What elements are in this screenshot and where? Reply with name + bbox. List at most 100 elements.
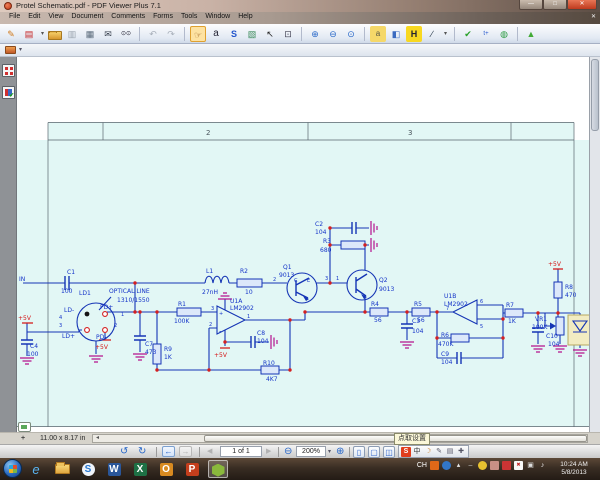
send-triangle-icon[interactable]: ▲ — [523, 26, 539, 42]
redo-icon[interactable]: ↷ — [163, 26, 179, 42]
comment-bubble-icon[interactable] — [18, 422, 31, 432]
ime-tools-icon[interactable]: ✚ — [456, 447, 466, 457]
maximize-button[interactable]: □ — [543, 0, 567, 10]
pencil-dropdown-icon[interactable]: ▾ — [442, 26, 449, 42]
next-page-icon[interactable]: ▶ — [266, 445, 271, 459]
new-pdf-icon[interactable]: ▤ — [21, 26, 37, 42]
check-approve-icon[interactable]: ✔ — [460, 26, 476, 42]
pages-panel-button[interactable] — [2, 64, 15, 77]
horizontal-scrollbar[interactable]: ◂ — [92, 434, 588, 443]
menu-window[interactable]: Window — [201, 12, 234, 24]
taskbar-pdfviewer-icon[interactable] — [208, 460, 228, 478]
menu-document[interactable]: Document — [67, 12, 107, 24]
insert-text-icon[interactable]: t+ — [478, 26, 494, 42]
tray-show-hidden-icon[interactable]: ▴ — [454, 461, 463, 470]
schematic-label: R1 — [178, 301, 186, 308]
start-button[interactable] — [3, 459, 22, 478]
ime-keyboard-icon[interactable]: ▤ — [445, 447, 455, 457]
menu-edit[interactable]: Edit — [24, 12, 44, 24]
stamp-s-icon[interactable]: S — [226, 26, 242, 42]
close-button[interactable]: ✕ — [567, 0, 597, 10]
schematic-label: L1 — [206, 268, 213, 275]
language-indicator[interactable]: CH — [417, 462, 427, 469]
taskbar-explorer-icon[interactable] — [52, 460, 72, 478]
select-arrow-icon[interactable]: ↖ — [262, 26, 278, 42]
ime-mode-cn-icon[interactable]: 中 — [412, 447, 422, 457]
menu-forms[interactable]: Forms — [149, 12, 177, 24]
open-folder-icon[interactable] — [48, 31, 62, 40]
magnifier-icon[interactable]: ⊙ — [343, 26, 359, 42]
highlight-icon[interactable]: H — [406, 26, 422, 42]
fit-page-button[interactable]: ▢ — [368, 446, 380, 458]
actual-size-button[interactable]: ▯ — [353, 446, 365, 458]
ime-moon-icon[interactable]: ☽ — [423, 447, 433, 457]
print-icon[interactable]: ▦ — [82, 26, 98, 42]
zoom-level-box[interactable]: 200% — [296, 446, 326, 457]
text-field-icon[interactable]: ◧ — [388, 26, 404, 42]
close-document-icon[interactable]: ✕ — [591, 13, 596, 20]
crop-icon[interactable]: ⊡ — [280, 26, 296, 42]
tray-network-icon[interactable] — [442, 461, 451, 470]
tray-volume-icon[interactable]: ♪ — [538, 461, 547, 470]
taskbar-clock[interactable]: 10:24 AM 5/8/2013 — [550, 461, 598, 477]
fit-width-button[interactable]: ◫ — [383, 446, 395, 458]
schematic-label: 104 — [548, 341, 560, 348]
hand-tool-icon[interactable]: ☞ — [190, 26, 206, 42]
ime-pen-icon[interactable]: ✎ — [434, 447, 444, 457]
zoom-dropdown-icon[interactable]: ▾ — [328, 445, 331, 459]
rotate-cw-icon[interactable]: ↻ — [138, 445, 146, 459]
history-back-button[interactable]: ← — [162, 446, 175, 457]
sticky-note-icon[interactable]: a — [370, 26, 386, 42]
tray-user-icon[interactable] — [490, 461, 499, 470]
menu-help[interactable]: Help — [234, 12, 256, 24]
schematic-label: 2 — [206, 129, 210, 137]
menu-comments[interactable]: Comments — [107, 12, 149, 24]
history-forward-button[interactable]: → — [179, 446, 192, 457]
stamp-dropdown-icon[interactable]: ▾ — [19, 46, 22, 53]
zoom-out-icon[interactable]: ⊖ — [325, 26, 341, 42]
taskbar-ie-icon[interactable]: e — [26, 460, 46, 478]
tray-security-icon[interactable] — [502, 461, 511, 470]
typewriter-text-icon[interactable]: a — [208, 26, 224, 42]
new-dropdown-icon[interactable]: ▾ — [39, 26, 46, 42]
vertical-scrollbar-thumb[interactable] — [591, 59, 599, 131]
zoom-in-icon[interactable]: ⊕ — [336, 445, 344, 459]
taskbar-excel-icon[interactable]: X — [130, 460, 150, 478]
taskbar-word-icon[interactable]: W — [104, 460, 124, 478]
taskbar-sogou-icon[interactable]: S — [78, 460, 98, 478]
menu-view[interactable]: View — [44, 12, 67, 24]
annotate-pencil-icon[interactable]: ✎ — [3, 26, 19, 42]
scroll-left-arrow-icon[interactable]: ◂ — [93, 435, 102, 442]
tray-update-icon[interactable] — [478, 461, 487, 470]
stamp-tool-icon[interactable] — [5, 46, 16, 54]
vertical-scrollbar[interactable] — [589, 57, 600, 432]
schematic-label: 27nH — [202, 289, 218, 296]
undo-icon[interactable]: ↶ — [145, 26, 161, 42]
document-page[interactable]: INC1100L127nHR210Q190132CE31Q29013C2104R… — [17, 57, 589, 432]
tray-window-icon[interactable]: ▣ — [526, 461, 535, 470]
ime-sogou-icon[interactable]: S — [401, 447, 411, 457]
minimize-button[interactable]: — — [519, 0, 543, 10]
find-binoculars-icon[interactable]: ⊙⊙ — [118, 26, 134, 42]
schematic-label: R5 — [414, 301, 422, 308]
taskbar-powerpoint-icon[interactable]: P — [182, 460, 202, 478]
taskbar-outlook-icon[interactable]: O — [156, 460, 176, 478]
tray-sogou-icon[interactable] — [430, 461, 439, 470]
tray-flag-icon[interactable]: ✖ — [514, 461, 523, 470]
junction-dot — [501, 336, 504, 339]
menu-tools[interactable]: Tools — [177, 12, 201, 24]
schematic-label: 3 — [408, 129, 412, 137]
publish-globe-icon[interactable]: ◍ — [496, 26, 512, 42]
tray-dash-icon[interactable]: – — [466, 461, 475, 470]
menu-file[interactable]: File — [5, 12, 24, 24]
image-icon[interactable]: ▧ — [244, 26, 260, 42]
zoom-in-icon[interactable]: ⊕ — [307, 26, 323, 42]
verify-panel-button[interactable]: ✔ — [2, 86, 15, 99]
prev-page-icon[interactable]: ◀ — [207, 445, 212, 459]
zoom-out-icon[interactable]: ⊖ — [284, 445, 292, 459]
rotate-ccw-icon[interactable]: ↺ — [120, 445, 128, 459]
page-number-box[interactable]: 1 of 1 — [220, 446, 262, 457]
email-pdf-icon[interactable]: ✉ — [100, 26, 116, 42]
pencil-line-icon[interactable]: ∕ — [424, 26, 440, 42]
save-icon[interactable]: ▥ — [64, 26, 80, 42]
